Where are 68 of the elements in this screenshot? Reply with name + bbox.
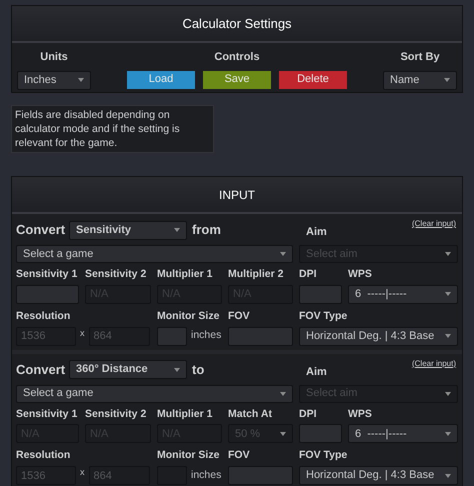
field-label: FOV: [228, 448, 251, 464]
field-label: Convert: [16, 221, 66, 240]
field-label: Resolution: [16, 448, 72, 464]
field-label: Units: [40, 50, 68, 65]
input-field[interactable]: [228, 326, 293, 346]
input-field[interactable]: [228, 466, 293, 485]
dropdown[interactable]: 6 -----|-----: [348, 284, 458, 304]
times-sign: x: [80, 466, 84, 478]
caret-icon: [78, 78, 84, 82]
field-label: WPS: [348, 267, 373, 282]
field-label: Multiplier 1: [157, 267, 214, 282]
unit-label: inches: [191, 328, 222, 344]
field-label: to: [192, 360, 206, 379]
field-label: FOV: [228, 308, 251, 324]
dropdown[interactable]: Select a game: [16, 384, 293, 402]
clear-input-link[interactable]: (Clear input): [412, 218, 456, 230]
info-note: Fields are disabled depending on calculator mode and if the setting is relevant for the game.: [11, 105, 214, 153]
field-label: WPS: [348, 406, 373, 422]
caret-icon: [280, 432, 286, 436]
field-label: Monitor Size: [157, 448, 220, 464]
unit-label: inches: [191, 468, 222, 483]
dropdown[interactable]: 6 -----|-----: [348, 424, 458, 444]
field-label: Sort By: [400, 50, 440, 65]
input-field[interactable]: [16, 284, 79, 304]
caret-icon: [280, 392, 286, 396]
caret-icon: [445, 432, 451, 436]
field-label: Multiplier 2: [228, 267, 284, 282]
field-label: Aim: [306, 225, 327, 240]
caret-icon: [445, 474, 451, 478]
delete-button[interactable]: Delete: [279, 70, 347, 88]
field-label: Sensitivity 2: [85, 406, 148, 422]
dropdown[interactable]: Horizontal Deg. | 4:3 Base: [299, 466, 458, 485]
field-label: Match At: [228, 406, 273, 422]
field-label: Controls: [214, 50, 260, 65]
input-field[interactable]: [299, 284, 342, 304]
caret-icon: [445, 392, 451, 396]
field-label: Sensitivity 1: [16, 267, 78, 282]
field-label: Aim: [306, 364, 327, 380]
field-label: Multiplier 1: [157, 406, 214, 422]
clear-input-link[interactable]: (Clear input): [412, 358, 456, 370]
dropdown[interactable]: 360° Distance: [69, 360, 187, 379]
panel-title: Calculator Settings: [182, 14, 292, 33]
caret-icon: [174, 368, 180, 372]
field-label: FOV Type: [299, 308, 348, 324]
field-label: Monitor Size: [157, 308, 220, 324]
dropdown[interactable]: Name: [383, 70, 457, 90]
dropdown[interactable]: Horizontal Deg. | 4:3 Base: [299, 326, 458, 346]
field-label: FOV Type: [299, 448, 348, 464]
dropdown[interactable]: Select a game: [16, 245, 293, 263]
field-label: Convert: [16, 360, 66, 379]
field-label: DPI: [299, 267, 318, 282]
caret-icon: [174, 228, 180, 232]
field-label: DPI: [299, 406, 318, 422]
caret-icon: [444, 78, 450, 82]
field-label: from: [192, 221, 222, 240]
dropdown[interactable]: Inches: [17, 70, 91, 90]
input-field[interactable]: [157, 326, 187, 346]
input-field[interactable]: [299, 424, 342, 444]
panel-title: INPUT: [219, 186, 255, 204]
caret-icon: [445, 252, 451, 256]
times-sign: x: [80, 326, 84, 338]
field-label: Sensitivity 1: [16, 406, 78, 422]
dropdown[interactable]: Sensitivity: [69, 220, 187, 240]
caret-icon: [280, 252, 286, 256]
field-label: Sensitivity 2: [85, 267, 148, 282]
caret-icon: [445, 292, 451, 296]
field-label: Resolution: [16, 308, 72, 324]
caret-icon: [445, 334, 451, 338]
